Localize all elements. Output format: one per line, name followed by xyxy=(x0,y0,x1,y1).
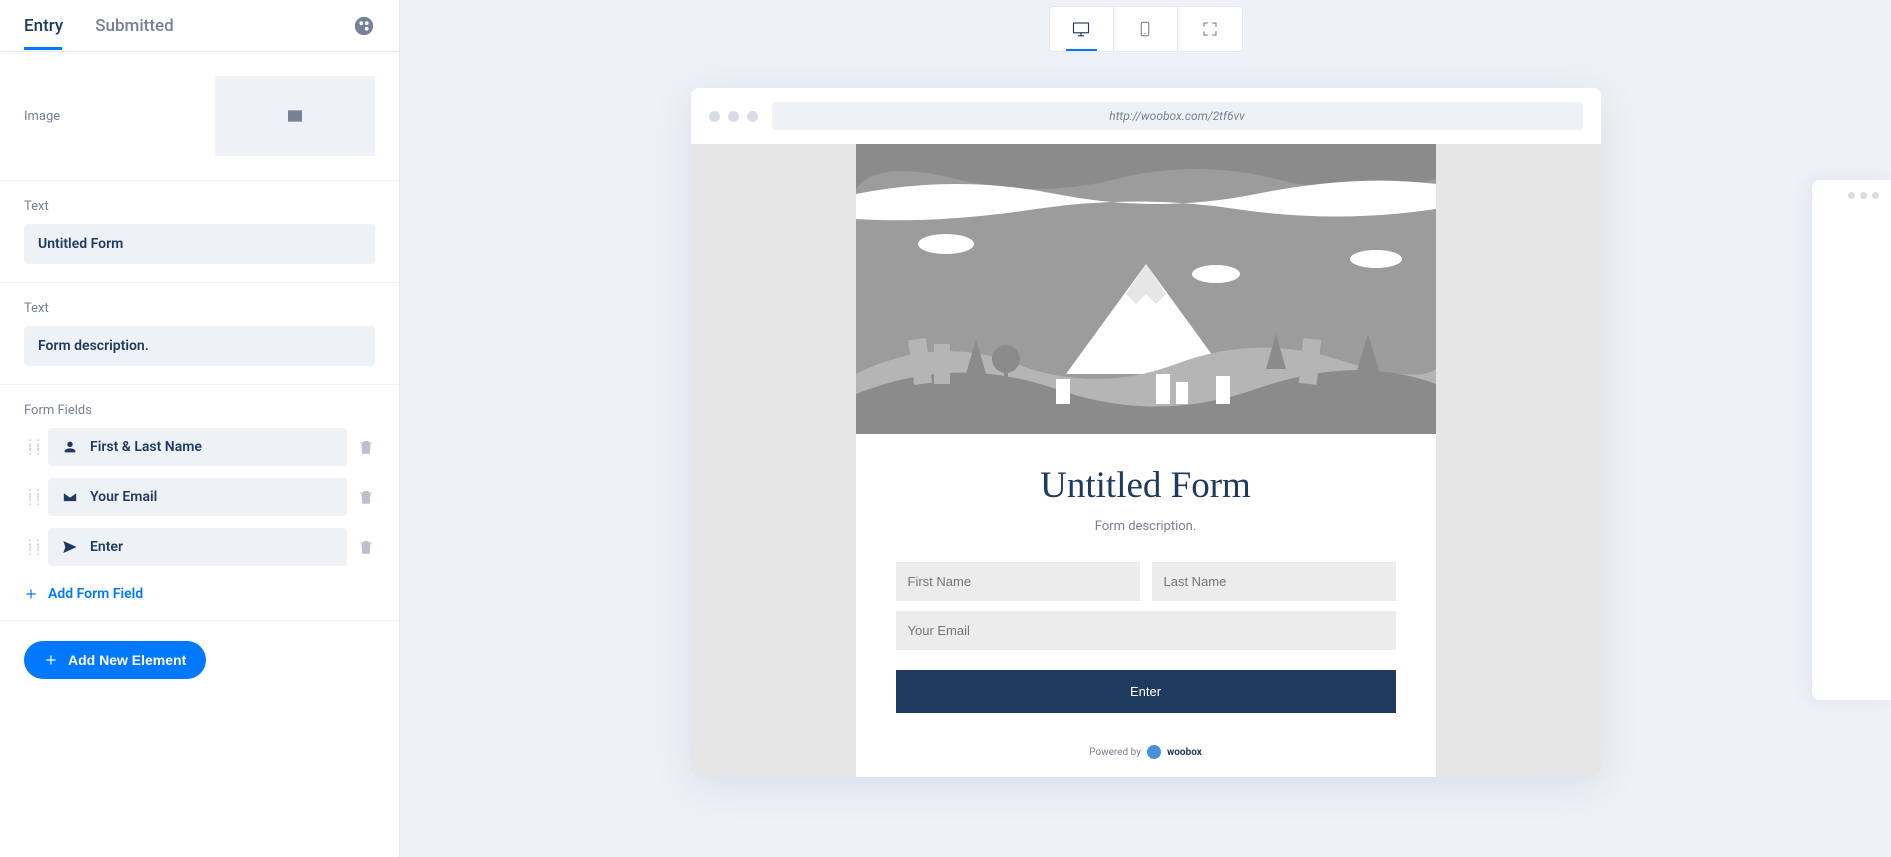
add-form-field-label: Add Form Field xyxy=(48,586,143,602)
text1-value[interactable]: Untitled Form xyxy=(24,224,375,264)
email-input[interactable] xyxy=(896,611,1396,650)
drag-handle-icon[interactable] xyxy=(24,442,38,452)
form-description: Form description. xyxy=(896,519,1396,534)
traffic-lights xyxy=(709,111,758,122)
last-name-input[interactable] xyxy=(1152,562,1396,601)
envelope-icon xyxy=(62,489,78,505)
add-form-field[interactable]: Add Form Field xyxy=(24,578,375,602)
trash-icon[interactable] xyxy=(357,538,375,556)
desktop-icon xyxy=(1072,20,1090,38)
drag-handle-icon[interactable] xyxy=(24,542,38,552)
field-name-label: First & Last Name xyxy=(90,439,202,455)
image-upload[interactable] xyxy=(215,76,375,156)
send-icon xyxy=(62,539,78,555)
plus-icon xyxy=(44,653,58,667)
image-label: Image xyxy=(24,109,60,124)
trash-icon[interactable] xyxy=(357,488,375,506)
submit-button[interactable]: Enter xyxy=(896,670,1396,713)
text2-label: Text xyxy=(24,301,375,316)
field-name[interactable]: First & Last Name xyxy=(48,428,347,466)
add-new-element-label: Add New Element xyxy=(68,652,186,668)
trash-icon[interactable] xyxy=(357,438,375,456)
field-submit[interactable]: Enter xyxy=(48,528,347,566)
field-email[interactable]: Your Email xyxy=(48,478,347,516)
add-new-element-button[interactable]: Add New Element xyxy=(24,641,206,679)
tab-entry[interactable]: Entry xyxy=(24,2,63,50)
mobile-icon xyxy=(1136,20,1154,38)
fullscreen-icon xyxy=(1201,20,1219,38)
theme-icon[interactable] xyxy=(353,15,375,37)
powered-by-prefix: Powered by xyxy=(1089,747,1141,758)
text1-label: Text xyxy=(24,199,375,214)
form-title: Untitled Form xyxy=(896,464,1396,507)
image-icon xyxy=(286,109,304,123)
text2-value[interactable]: Form description. xyxy=(24,326,375,366)
first-name-input[interactable] xyxy=(896,562,1140,601)
device-mobile[interactable] xyxy=(1114,7,1178,51)
powered-by: Powered by woobox xyxy=(856,733,1436,777)
drag-handle-icon[interactable] xyxy=(24,492,38,502)
powered-by-brand: woobox xyxy=(1167,747,1202,758)
device-desktop[interactable] xyxy=(1050,7,1114,51)
user-icon xyxy=(62,439,78,455)
woobox-logo-icon xyxy=(1147,745,1161,759)
plus-icon xyxy=(24,587,38,601)
url-bar: http://woobox.com/2tf6vv xyxy=(772,102,1583,130)
field-email-label: Your Email xyxy=(90,489,157,505)
field-submit-label: Enter xyxy=(90,539,123,555)
tab-submitted[interactable]: Submitted xyxy=(95,2,173,50)
hero-image xyxy=(856,144,1436,434)
right-panel-edge[interactable] xyxy=(1811,180,1891,700)
preview-frame: http://woobox.com/2tf6vv xyxy=(691,88,1601,777)
device-fullscreen[interactable] xyxy=(1178,7,1242,51)
form-fields-label: Form Fields xyxy=(24,403,375,418)
